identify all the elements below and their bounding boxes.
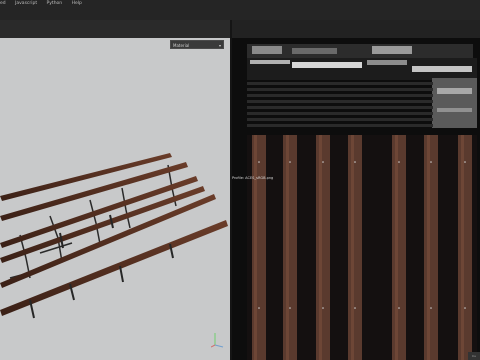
material-dropdown[interactable]: Material ▾ bbox=[170, 40, 224, 49]
viewport-2d[interactable] bbox=[232, 38, 480, 360]
texture-name-label: Profile: ACES_sRGB.png bbox=[232, 176, 274, 180]
viewport-3d-header bbox=[0, 20, 230, 38]
axis-gizmo-icon bbox=[211, 333, 224, 348]
wood-texture-region bbox=[247, 135, 477, 360]
status-tag[interactable]: Cu bbox=[468, 352, 480, 360]
viewport-2d-header bbox=[232, 20, 480, 38]
bench-planks bbox=[0, 153, 228, 316]
menu-item-help[interactable]: Help bbox=[72, 1, 82, 6]
menu-bar: ed Javascript Python Help bbox=[0, 0, 480, 21]
menu-item-javascript[interactable]: Javascript bbox=[15, 1, 37, 6]
uv-texture bbox=[232, 38, 480, 360]
menu-item-edit[interactable]: ed bbox=[0, 1, 6, 6]
menu-item-python[interactable]: Python bbox=[47, 1, 63, 6]
bleacher-model bbox=[0, 153, 228, 319]
chevron-down-icon: ▾ bbox=[218, 43, 221, 48]
viewport-3d[interactable] bbox=[0, 38, 230, 360]
material-dropdown-label: Material bbox=[173, 43, 190, 48]
menu-list: ed Javascript Python Help bbox=[0, 1, 90, 6]
